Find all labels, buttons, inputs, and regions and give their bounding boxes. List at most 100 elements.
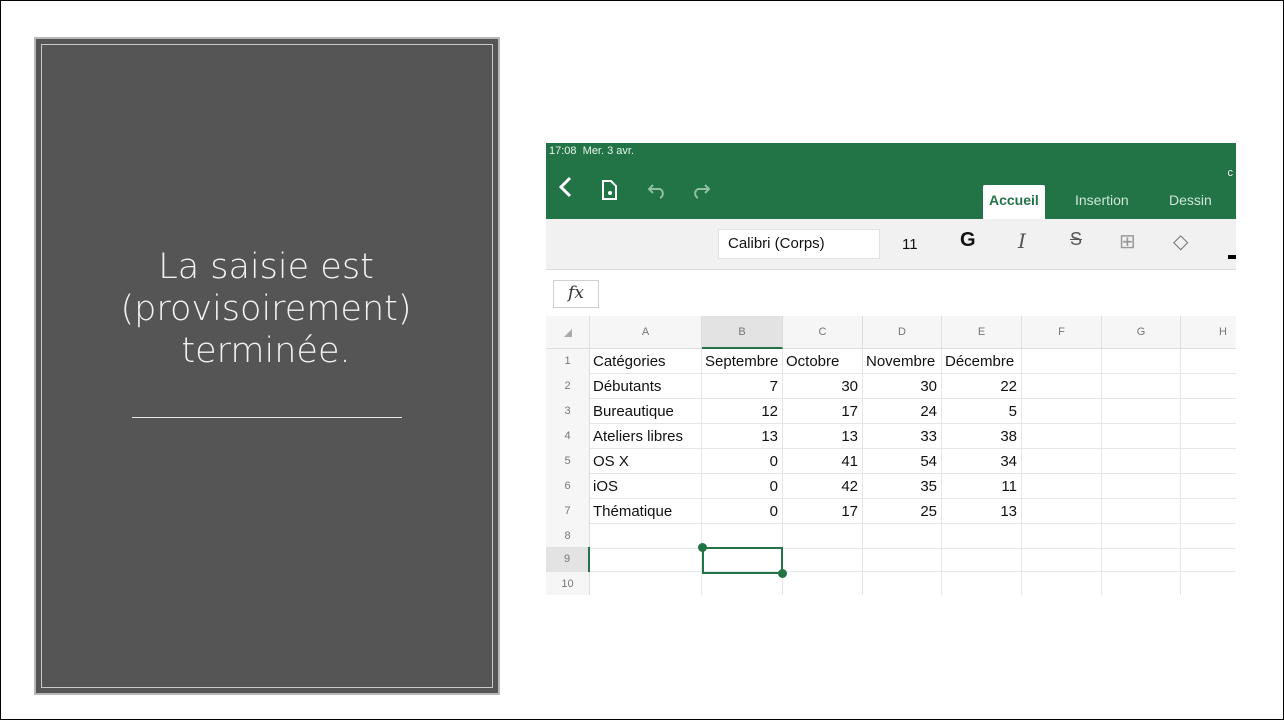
italic-icon[interactable]: I (1018, 229, 1026, 253)
cell-d1[interactable]: Novembre (863, 349, 942, 374)
cell-c2[interactable]: 30 (783, 374, 863, 399)
cell-f4[interactable] (1022, 424, 1102, 449)
selection-handle-bottom-right[interactable] (778, 569, 787, 578)
column-header-g[interactable]: G (1102, 316, 1181, 349)
cell-d10[interactable] (863, 572, 942, 595)
font-size[interactable]: 11 (902, 236, 918, 253)
cell-a8[interactable] (590, 524, 702, 549)
cell-b8[interactable] (702, 524, 783, 549)
cell-d7[interactable]: 25 (863, 499, 942, 524)
cell-a2[interactable]: Débutants (590, 374, 702, 399)
cell-f3[interactable] (1022, 399, 1102, 424)
cell-h1[interactable] (1181, 349, 1236, 374)
row-header-9[interactable]: 9 (546, 547, 590, 572)
cell-d6[interactable]: 35 (863, 474, 942, 499)
chevron-left-icon[interactable] (558, 176, 572, 204)
cell-a7[interactable]: Thématique (590, 499, 702, 524)
cell-f8[interactable] (1022, 524, 1102, 549)
cell-h10[interactable] (1181, 572, 1236, 595)
cell-c5[interactable]: 41 (783, 449, 863, 474)
cell-a3[interactable]: Bureautique (590, 399, 702, 424)
cell-g4[interactable] (1102, 424, 1181, 449)
cell-b7[interactable]: 0 (702, 499, 783, 524)
tab-dessin[interactable]: Dessin (1169, 185, 1212, 219)
cell-d4[interactable]: 33 (863, 424, 942, 449)
cell-a10[interactable] (590, 572, 702, 595)
cell-a6[interactable]: iOS (590, 474, 702, 499)
redo-icon[interactable] (691, 180, 711, 206)
cell-a5[interactable]: OS X (590, 449, 702, 474)
cell-d5[interactable]: 54 (863, 449, 942, 474)
cell-c8[interactable] (783, 524, 863, 549)
cell-g1[interactable] (1102, 349, 1181, 374)
bold-icon[interactable]: G (960, 229, 976, 252)
cell-d3[interactable]: 24 (863, 399, 942, 424)
cell-c6[interactable]: 42 (783, 474, 863, 499)
selected-cell-outline[interactable] (698, 543, 787, 578)
strikethrough-icon[interactable]: S (1070, 229, 1082, 250)
cell-g9[interactable] (1102, 547, 1181, 572)
row-header-4[interactable]: 4 (546, 424, 590, 449)
cell-h3[interactable] (1181, 399, 1236, 424)
cell-h7[interactable] (1181, 499, 1236, 524)
spreadsheet-grid[interactable]: A B C D E F G H 1 Catégories Septembre Octobre Novem… (546, 316, 1236, 595)
cell-h5[interactable] (1181, 449, 1236, 474)
cell-g3[interactable] (1102, 399, 1181, 424)
file-icon[interactable] (601, 180, 619, 206)
cell-h4[interactable] (1181, 424, 1236, 449)
cell-e3[interactable]: 5 (942, 399, 1022, 424)
cell-g2[interactable] (1102, 374, 1181, 399)
column-header-h[interactable]: H (1181, 316, 1236, 349)
cell-b6[interactable]: 0 (702, 474, 783, 499)
cell-c9[interactable] (783, 547, 863, 572)
cell-c1[interactable]: Octobre (783, 349, 863, 374)
column-header-d[interactable]: D (863, 316, 942, 349)
cell-g6[interactable] (1102, 474, 1181, 499)
cell-f10[interactable] (1022, 572, 1102, 595)
cell-c7[interactable]: 17 (783, 499, 863, 524)
cell-e6[interactable]: 11 (942, 474, 1022, 499)
cell-a9[interactable] (590, 547, 702, 572)
column-header-f[interactable]: F (1022, 316, 1102, 349)
cell-b10[interactable] (702, 572, 783, 595)
cell-c4[interactable]: 13 (783, 424, 863, 449)
row-header-8[interactable]: 8 (546, 524, 590, 549)
row-header-1[interactable]: 1 (546, 349, 590, 374)
row-header-2[interactable]: 2 (546, 374, 590, 399)
cell-g10[interactable] (1102, 572, 1181, 595)
cell-e4[interactable]: 38 (942, 424, 1022, 449)
undo-icon[interactable] (647, 180, 667, 206)
cell-f6[interactable] (1022, 474, 1102, 499)
cell-f2[interactable] (1022, 374, 1102, 399)
tab-accueil[interactable]: Accueil (983, 185, 1045, 219)
column-header-c[interactable]: C (783, 316, 863, 349)
column-header-e[interactable]: E (942, 316, 1022, 349)
cell-e1[interactable]: Décembre (942, 349, 1022, 374)
cell-e10[interactable] (942, 572, 1022, 595)
cell-c3[interactable]: 17 (783, 399, 863, 424)
cell-c10[interactable] (783, 572, 863, 595)
cell-g8[interactable] (1102, 524, 1181, 549)
row-header-10[interactable]: 10 (546, 572, 590, 595)
font-selector[interactable]: Calibri (Corps) 11 (718, 229, 918, 259)
cell-f7[interactable] (1022, 499, 1102, 524)
column-header-b[interactable]: B (702, 316, 783, 349)
cell-f5[interactable] (1022, 449, 1102, 474)
cell-g5[interactable] (1102, 449, 1181, 474)
cell-b5[interactable]: 0 (702, 449, 783, 474)
cell-b2[interactable]: 7 (702, 374, 783, 399)
cell-b1[interactable]: Septembre (702, 349, 783, 374)
cell-d9[interactable] (863, 547, 942, 572)
cell-e2[interactable]: 22 (942, 374, 1022, 399)
cell-d2[interactable]: 30 (863, 374, 942, 399)
row-header-5[interactable]: 5 (546, 449, 590, 474)
cell-e5[interactable]: 34 (942, 449, 1022, 474)
cell-e8[interactable] (942, 524, 1022, 549)
cell-a4[interactable]: Ateliers libres (590, 424, 702, 449)
cell-d8[interactable] (863, 524, 942, 549)
cell-f1[interactable] (1022, 349, 1102, 374)
cell-h6[interactable] (1181, 474, 1236, 499)
cell-b3[interactable]: 12 (702, 399, 783, 424)
select-all-corner[interactable] (546, 316, 590, 349)
cell-h2[interactable] (1181, 374, 1236, 399)
